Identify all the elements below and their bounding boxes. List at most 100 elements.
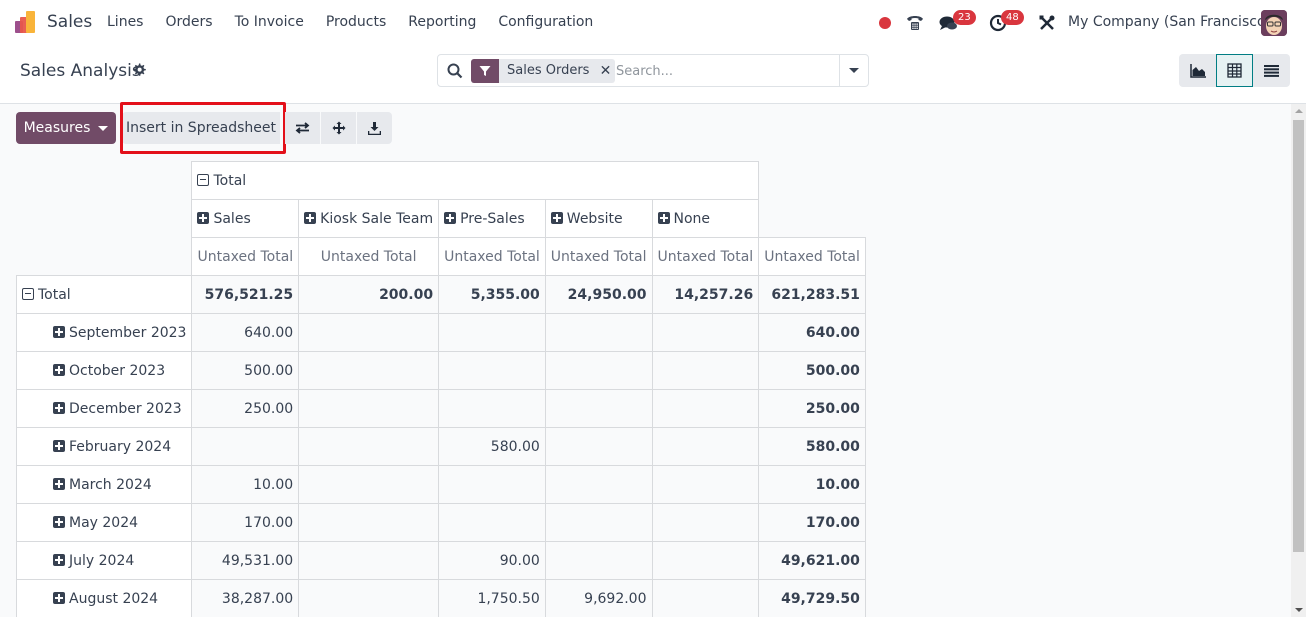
value-cell[interactable] — [438, 389, 546, 428]
row-total-cell[interactable]: 640.00 — [758, 313, 866, 352]
measure-header[interactable]: Untaxed Total — [544, 237, 653, 276]
value-cell[interactable] — [651, 579, 760, 617]
value-cell[interactable] — [438, 313, 546, 352]
scroll-down-arrow-icon[interactable] — [1295, 608, 1303, 612]
value-cell[interactable] — [438, 351, 546, 390]
value-cell[interactable] — [298, 427, 440, 466]
value-cell[interactable] — [438, 465, 546, 504]
col-header-group[interactable]: Sales — [191, 199, 300, 238]
row-total-cell[interactable]: 580.00 — [758, 427, 866, 466]
search-options-toggle[interactable] — [839, 55, 868, 86]
flip-axis-button[interactable] — [285, 112, 320, 144]
value-cell[interactable] — [651, 427, 760, 466]
row-header[interactable]: October 2023 — [15, 351, 193, 390]
row-header[interactable]: September 2023 — [15, 313, 193, 352]
col-header-group[interactable]: Website — [544, 199, 653, 238]
value-cell[interactable]: 9,692.00 — [544, 579, 653, 617]
row-total-cell[interactable]: 250.00 — [758, 389, 866, 428]
value-cell[interactable] — [544, 351, 653, 390]
row-total-cell[interactable]: 10.00 — [758, 465, 866, 504]
measures-button[interactable]: Measures — [16, 112, 116, 144]
expand-all-button[interactable] — [321, 112, 356, 144]
value-cell[interactable] — [298, 541, 440, 580]
menu-to-invoice[interactable]: To Invoice — [235, 14, 304, 30]
value-cell[interactable] — [191, 427, 300, 466]
measure-header[interactable]: Untaxed Total — [191, 237, 300, 276]
value-cell[interactable] — [544, 313, 653, 352]
search-input[interactable] — [616, 60, 836, 82]
gear-icon[interactable] — [132, 63, 146, 77]
measure-header[interactable]: Untaxed Total — [438, 237, 546, 276]
value-cell[interactable] — [298, 579, 440, 617]
menu-configuration[interactable]: Configuration — [498, 14, 593, 30]
value-cell[interactable] — [651, 465, 760, 504]
row-header[interactable]: March 2024 — [15, 465, 193, 504]
measure-header[interactable]: Untaxed Total — [298, 237, 440, 276]
row-header[interactable]: August 2024 — [15, 579, 193, 617]
row-header[interactable]: July 2024 — [15, 541, 193, 580]
value-cell[interactable] — [651, 313, 760, 352]
view-graph-button[interactable] — [1179, 54, 1216, 87]
vertical-scrollbar[interactable] — [1291, 104, 1306, 617]
row-header[interactable]: May 2024 — [15, 503, 193, 542]
value-cell[interactable] — [651, 541, 760, 580]
col-header-group[interactable]: Kiosk Sale Team — [298, 199, 440, 238]
row-header[interactable]: February 2024 — [15, 427, 193, 466]
user-avatar[interactable] — [1261, 10, 1287, 36]
value-cell[interactable] — [544, 465, 653, 504]
row-total-cell[interactable]: 170.00 — [758, 503, 866, 542]
menu-lines[interactable]: Lines — [107, 14, 143, 30]
value-cell[interactable]: 500.00 — [191, 351, 300, 390]
total-cell[interactable]: 14,257.26 — [651, 275, 760, 314]
total-cell[interactable]: 24,950.00 — [544, 275, 653, 314]
menu-products[interactable]: Products — [326, 14, 386, 30]
value-cell[interactable]: 170.00 — [191, 503, 300, 542]
value-cell[interactable] — [544, 427, 653, 466]
value-cell[interactable] — [438, 503, 546, 542]
phone-icon[interactable] — [906, 13, 924, 31]
row-total-cell[interactable]: 49,621.00 — [758, 541, 866, 580]
value-cell[interactable]: 1,750.50 — [438, 579, 546, 617]
value-cell[interactable] — [298, 465, 440, 504]
total-cell[interactable]: 200.00 — [298, 275, 440, 314]
grand-total-cell[interactable]: 621,283.51 — [758, 275, 866, 314]
measure-header[interactable]: Untaxed Total — [651, 237, 760, 276]
value-cell[interactable]: 640.00 — [191, 313, 300, 352]
sales-app-logo-icon[interactable] — [15, 11, 39, 33]
value-cell[interactable] — [651, 389, 760, 428]
col-header-group[interactable]: None — [651, 199, 760, 238]
recording-indicator-icon[interactable] — [879, 17, 891, 29]
value-cell[interactable]: 250.00 — [191, 389, 300, 428]
search-icon[interactable] — [447, 63, 463, 79]
measure-header[interactable]: Untaxed Total — [758, 237, 866, 276]
value-cell[interactable] — [651, 503, 760, 542]
value-cell[interactable]: 580.00 — [438, 427, 546, 466]
value-cell[interactable]: 10.00 — [191, 465, 300, 504]
view-pivot-button[interactable] — [1216, 54, 1253, 87]
value-cell[interactable] — [544, 541, 653, 580]
value-cell[interactable]: 49,531.00 — [191, 541, 300, 580]
value-cell[interactable] — [298, 389, 440, 428]
scroll-thumb[interactable] — [1293, 120, 1304, 552]
view-list-button[interactable] — [1253, 54, 1290, 87]
facet-remove-icon[interactable]: ✕ — [595, 59, 615, 83]
debug-tools-icon[interactable] — [1038, 14, 1056, 32]
total-cell[interactable]: 5,355.00 — [438, 275, 546, 314]
value-cell[interactable]: 90.00 — [438, 541, 546, 580]
scroll-up-arrow-icon[interactable] — [1295, 109, 1303, 113]
menu-orders[interactable]: Orders — [165, 14, 212, 30]
value-cell[interactable]: 38,287.00 — [191, 579, 300, 617]
menu-reporting[interactable]: Reporting — [408, 14, 476, 30]
value-cell[interactable] — [298, 351, 440, 390]
row-header-total[interactable]: Total — [15, 275, 193, 314]
app-name[interactable]: Sales — [47, 12, 92, 32]
value-cell[interactable] — [544, 503, 653, 542]
download-xlsx-button[interactable] — [357, 112, 392, 144]
company-switcher[interactable]: My Company (San Francisco) — [1068, 14, 1271, 30]
value-cell[interactable] — [651, 351, 760, 390]
value-cell[interactable] — [544, 389, 653, 428]
value-cell[interactable] — [298, 503, 440, 542]
row-total-cell[interactable]: 500.00 — [758, 351, 866, 390]
row-header[interactable]: December 2023 — [15, 389, 193, 428]
col-header-total[interactable]: Total — [191, 161, 760, 200]
